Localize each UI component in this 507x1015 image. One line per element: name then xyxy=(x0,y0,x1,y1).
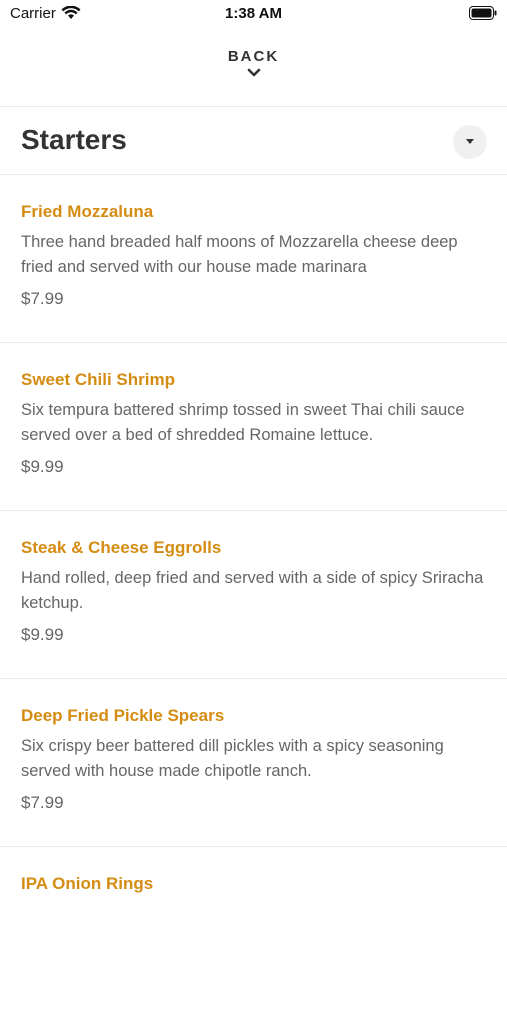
menu-item-description: Three hand breaded half moons of Mozzare… xyxy=(21,233,458,276)
menu-item-price: $7.99 xyxy=(21,289,64,308)
section-header: Starters xyxy=(0,108,507,174)
menu-item-price: $9.99 xyxy=(21,457,64,476)
section-toggle-button[interactable] xyxy=(453,125,487,159)
status-bar: Carrier 1:38 AM xyxy=(0,0,507,30)
menu-item-name: Steak & Cheese Eggrolls xyxy=(21,538,222,557)
back-button[interactable]: BACK xyxy=(0,44,507,94)
menu-item-price: $9.99 xyxy=(21,625,64,644)
back-label: BACK xyxy=(227,48,280,65)
menu-item-name: Deep Fried Pickle Spears xyxy=(21,706,225,725)
menu-item-description: Six tempura battered shrimp tossed in sw… xyxy=(21,401,465,444)
chevron-down-icon xyxy=(247,68,260,77)
menu-item-description: Six crispy beer battered dill pickles wi… xyxy=(21,737,444,780)
menu-item[interactable]: Fried Mozzaluna Three hand breaded half … xyxy=(0,175,507,343)
menu-item[interactable]: IPA Onion Rings xyxy=(0,847,507,1015)
clock-time: 1:38 AM xyxy=(225,5,282,22)
menu-item[interactable]: Sweet Chili Shrimp Six tempura battered … xyxy=(0,343,507,511)
header-divider xyxy=(0,106,507,107)
caret-down-icon xyxy=(466,139,474,144)
menu-list: Fried Mozzaluna Three hand breaded half … xyxy=(0,175,507,1015)
menu-item-name: IPA Onion Rings xyxy=(21,874,154,893)
menu-item-description: Hand rolled, deep fried and served with … xyxy=(21,569,484,612)
menu-item[interactable]: Deep Fried Pickle Spears Six crispy beer… xyxy=(0,679,507,847)
menu-item-name: Fried Mozzaluna xyxy=(21,202,154,221)
section-title: Starters xyxy=(21,124,127,155)
battery-icon xyxy=(469,6,497,20)
menu-item-name: Sweet Chili Shrimp xyxy=(21,370,175,389)
menu-item-price: $7.99 xyxy=(21,793,64,812)
menu-item[interactable]: Steak & Cheese Eggrolls Hand rolled, dee… xyxy=(0,511,507,679)
